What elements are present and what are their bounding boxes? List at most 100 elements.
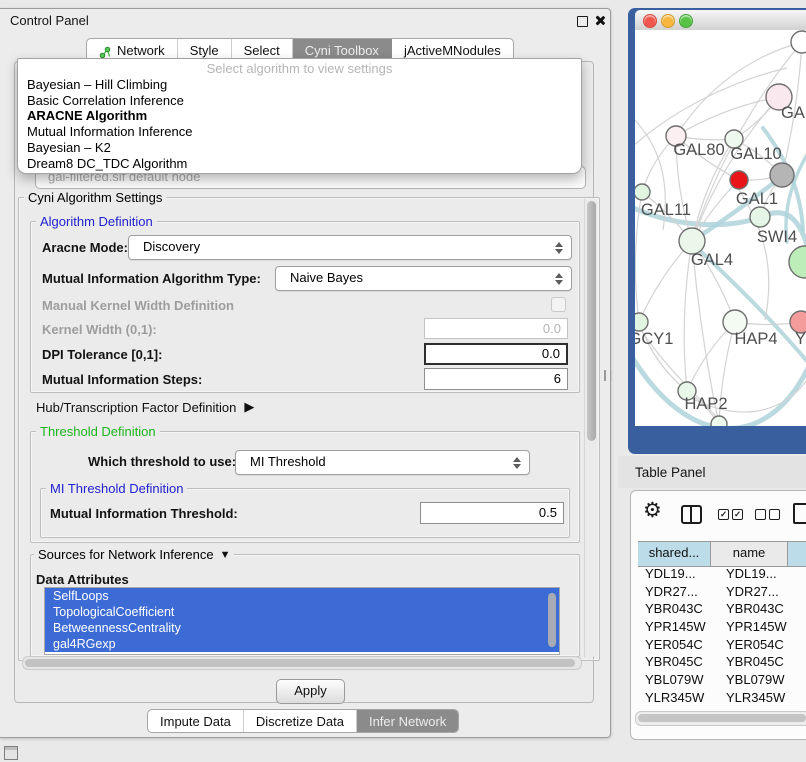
aracne-mode-combo[interactable]: Discovery: [128, 235, 572, 260]
which-threshold-label: Which threshold to use:: [88, 454, 236, 469]
close-window-icon[interactable]: [643, 14, 657, 28]
algorithm-option-aracne-algorithm[interactable]: ARACNE Algorithm: [18, 108, 581, 124]
panel-splitter-handle[interactable]: [604, 370, 612, 381]
mi-threshold-field[interactable]: 0.5: [420, 502, 564, 524]
table-cell[interactable]: YBR043C: [717, 600, 802, 618]
algorithm-option-mutual-information-inference[interactable]: Mutual Information Inference: [18, 124, 581, 140]
mi-threshold-group-title: MI Threshold Definition: [46, 481, 187, 496]
algorithm-option-bayesian-k2[interactable]: Bayesian – K2: [18, 140, 581, 156]
tab-discretize-data[interactable]: Discretize Data: [244, 710, 357, 732]
network-node-bottom-node[interactable]: [711, 416, 727, 426]
table-cell[interactable]: YBR045C: [717, 653, 802, 671]
table-cell[interactable]: YER054C: [717, 636, 802, 654]
table-cell[interactable]: YLR345W: [717, 689, 802, 707]
function-builder-icon[interactable]: [793, 503, 806, 524]
minimize-window-icon[interactable]: [661, 14, 675, 28]
zoom-window-icon[interactable]: [679, 14, 693, 28]
table-cell[interactable]: YPR145W: [717, 618, 802, 636]
table-cell[interactable]: YBL079W: [717, 671, 802, 689]
table-row[interactable]: YBL079WYBL079W: [638, 671, 806, 689]
sources-group-header[interactable]: Sources for Network Inference ▼: [34, 547, 234, 562]
table-cell[interactable]: 13: [802, 565, 806, 583]
manual-kernel-checkbox[interactable]: [551, 297, 566, 312]
column-header-shared[interactable]: shared...: [638, 542, 711, 566]
table-cell[interactable]: YDL19...: [638, 565, 717, 583]
table-row[interactable]: YER054CYER054C8.: [638, 636, 806, 654]
apply-button[interactable]: Apply: [276, 679, 345, 704]
attributes-vscroll-thumb[interactable]: [548, 593, 556, 647]
settings-hscroll-thumb[interactable]: [25, 659, 575, 667]
node-label-gal1: GAL1: [736, 190, 778, 208]
algorithm-option-dream8-dc-tdc-algorithm[interactable]: Dream8 DC_TDC Algorithm: [18, 156, 581, 172]
settings-vertical-scrollbar[interactable]: [584, 199, 598, 657]
table-cell[interactable]: YPR145W: [638, 618, 717, 636]
table-cell[interactable]: YDR27...: [717, 583, 802, 601]
table-row[interactable]: YPR145WYPR145W9.: [638, 618, 806, 636]
float-panel-icon[interactable]: [577, 16, 588, 27]
deselect-all-icon[interactable]: [755, 509, 780, 520]
dpi-tolerance-field[interactable]: 0.0: [424, 343, 568, 365]
attribute-item-betweennesscentrality[interactable]: BetweennessCentrality: [45, 620, 559, 636]
table-cell[interactable]: 9.: [802, 618, 806, 636]
table-hscroll-thumb[interactable]: [638, 714, 806, 722]
node-label-salmon-node: Y: [795, 330, 806, 348]
table-cell[interactable]: YLR345W: [638, 689, 717, 707]
node-label-hap4: HAP4: [734, 330, 777, 348]
table-cell[interactable]: 12: [802, 583, 806, 601]
mi-type-combo[interactable]: Naive Bayes: [275, 266, 572, 291]
column-header-clipped[interactable]: [788, 542, 806, 566]
table-cell[interactable]: YBR045C: [638, 653, 717, 671]
network-node-top-partial[interactable]: [791, 31, 806, 53]
cp-bottom-tab-bar: Impute Data Discretize Data Infer Network: [147, 709, 459, 733]
table-cell[interactable]: [802, 671, 806, 689]
table-cell[interactable]: YER054C: [638, 636, 717, 654]
close-panel-icon[interactable]: [595, 15, 606, 26]
table-body: YDL19...YDL19...13YDR27...YDR27...12YBR0…: [638, 565, 806, 711]
network-node-big-green[interactable]: [789, 246, 806, 278]
algorithm-option-basic-correlation-inference[interactable]: Basic Correlation Inference: [18, 93, 581, 109]
network-node-gal11[interactable]: [635, 184, 650, 200]
gear-icon[interactable]: ⚙: [643, 499, 662, 523]
toggle-columns-icon[interactable]: [681, 505, 702, 524]
table-row[interactable]: YBR043CYBR043C: [638, 600, 806, 618]
network-node-swi4[interactable]: [750, 207, 770, 227]
table-cell[interactable]: [802, 600, 806, 618]
restore-panel-icon[interactable]: [4, 746, 18, 760]
table-cell[interactable]: YDL19...: [717, 565, 802, 583]
which-threshold-combo[interactable]: MI Threshold: [235, 450, 530, 475]
attribute-item-gal4rgexp[interactable]: gal4RGexp: [45, 636, 559, 652]
table-cell[interactable]: YBL079W: [638, 671, 717, 689]
settings-horizontal-scrollbar[interactable]: [22, 656, 582, 670]
table-row[interactable]: YLR345WYLR345W9.: [638, 689, 806, 707]
table-horizontal-scrollbar[interactable]: [635, 711, 806, 726]
network-window-titlebar[interactable]: [635, 10, 806, 31]
table-cell[interactable]: YBR043C: [638, 600, 717, 618]
checked-box-icon: ✓: [718, 509, 729, 520]
column-header-name[interactable]: name: [711, 542, 788, 566]
mi-steps-field[interactable]: 6: [424, 368, 568, 390]
attribute-item-topologicalcoefficient[interactable]: TopologicalCoefficient: [45, 604, 559, 620]
tab-infer-network[interactable]: Infer Network: [357, 710, 458, 732]
network-node-gray-node[interactable]: [770, 163, 794, 187]
data-attributes-list[interactable]: SelfLoopsTopologicalCoefficientBetweenne…: [44, 587, 560, 655]
settings-vscroll-thumb[interactable]: [587, 201, 596, 441]
table-cell[interactable]: 9.: [802, 653, 806, 671]
table-row[interactable]: YDR27...YDR27...12: [638, 583, 806, 601]
table-row[interactable]: YBR045CYBR045C9.: [638, 653, 806, 671]
table-cell[interactable]: 9.: [802, 689, 806, 707]
tab-label: Discretize Data: [256, 711, 344, 732]
table-cell[interactable]: YDR27...: [638, 583, 717, 601]
network-canvas[interactable]: GALGAL80GAL10GAL1GAL11SWI4GAL4GCY1HAP4YH…: [635, 30, 806, 426]
hub-definition-expander[interactable]: Hub/Transcription Factor Definition ▶: [36, 399, 254, 415]
control-panel-window: Control Panel NetworkStyleSelectCyni Too…: [0, 8, 611, 738]
table-cell[interactable]: 8.: [802, 636, 806, 654]
network-node-gal1[interactable]: [730, 171, 748, 189]
tab-impute-data[interactable]: Impute Data: [148, 710, 244, 732]
node-label-gcy1: GCY1: [635, 330, 673, 348]
attribute-item-selfloops[interactable]: SelfLoops: [45, 588, 559, 604]
network-node-gcy1[interactable]: [635, 313, 648, 331]
kernel-width-field[interactable]: 0.0: [424, 318, 568, 339]
algorithm-option-bayesian-hill-climbing[interactable]: Bayesian – Hill Climbing: [18, 77, 581, 93]
select-all-icon[interactable]: ✓ ✓: [718, 509, 743, 520]
table-row[interactable]: YDL19...YDL19...13: [638, 565, 806, 583]
